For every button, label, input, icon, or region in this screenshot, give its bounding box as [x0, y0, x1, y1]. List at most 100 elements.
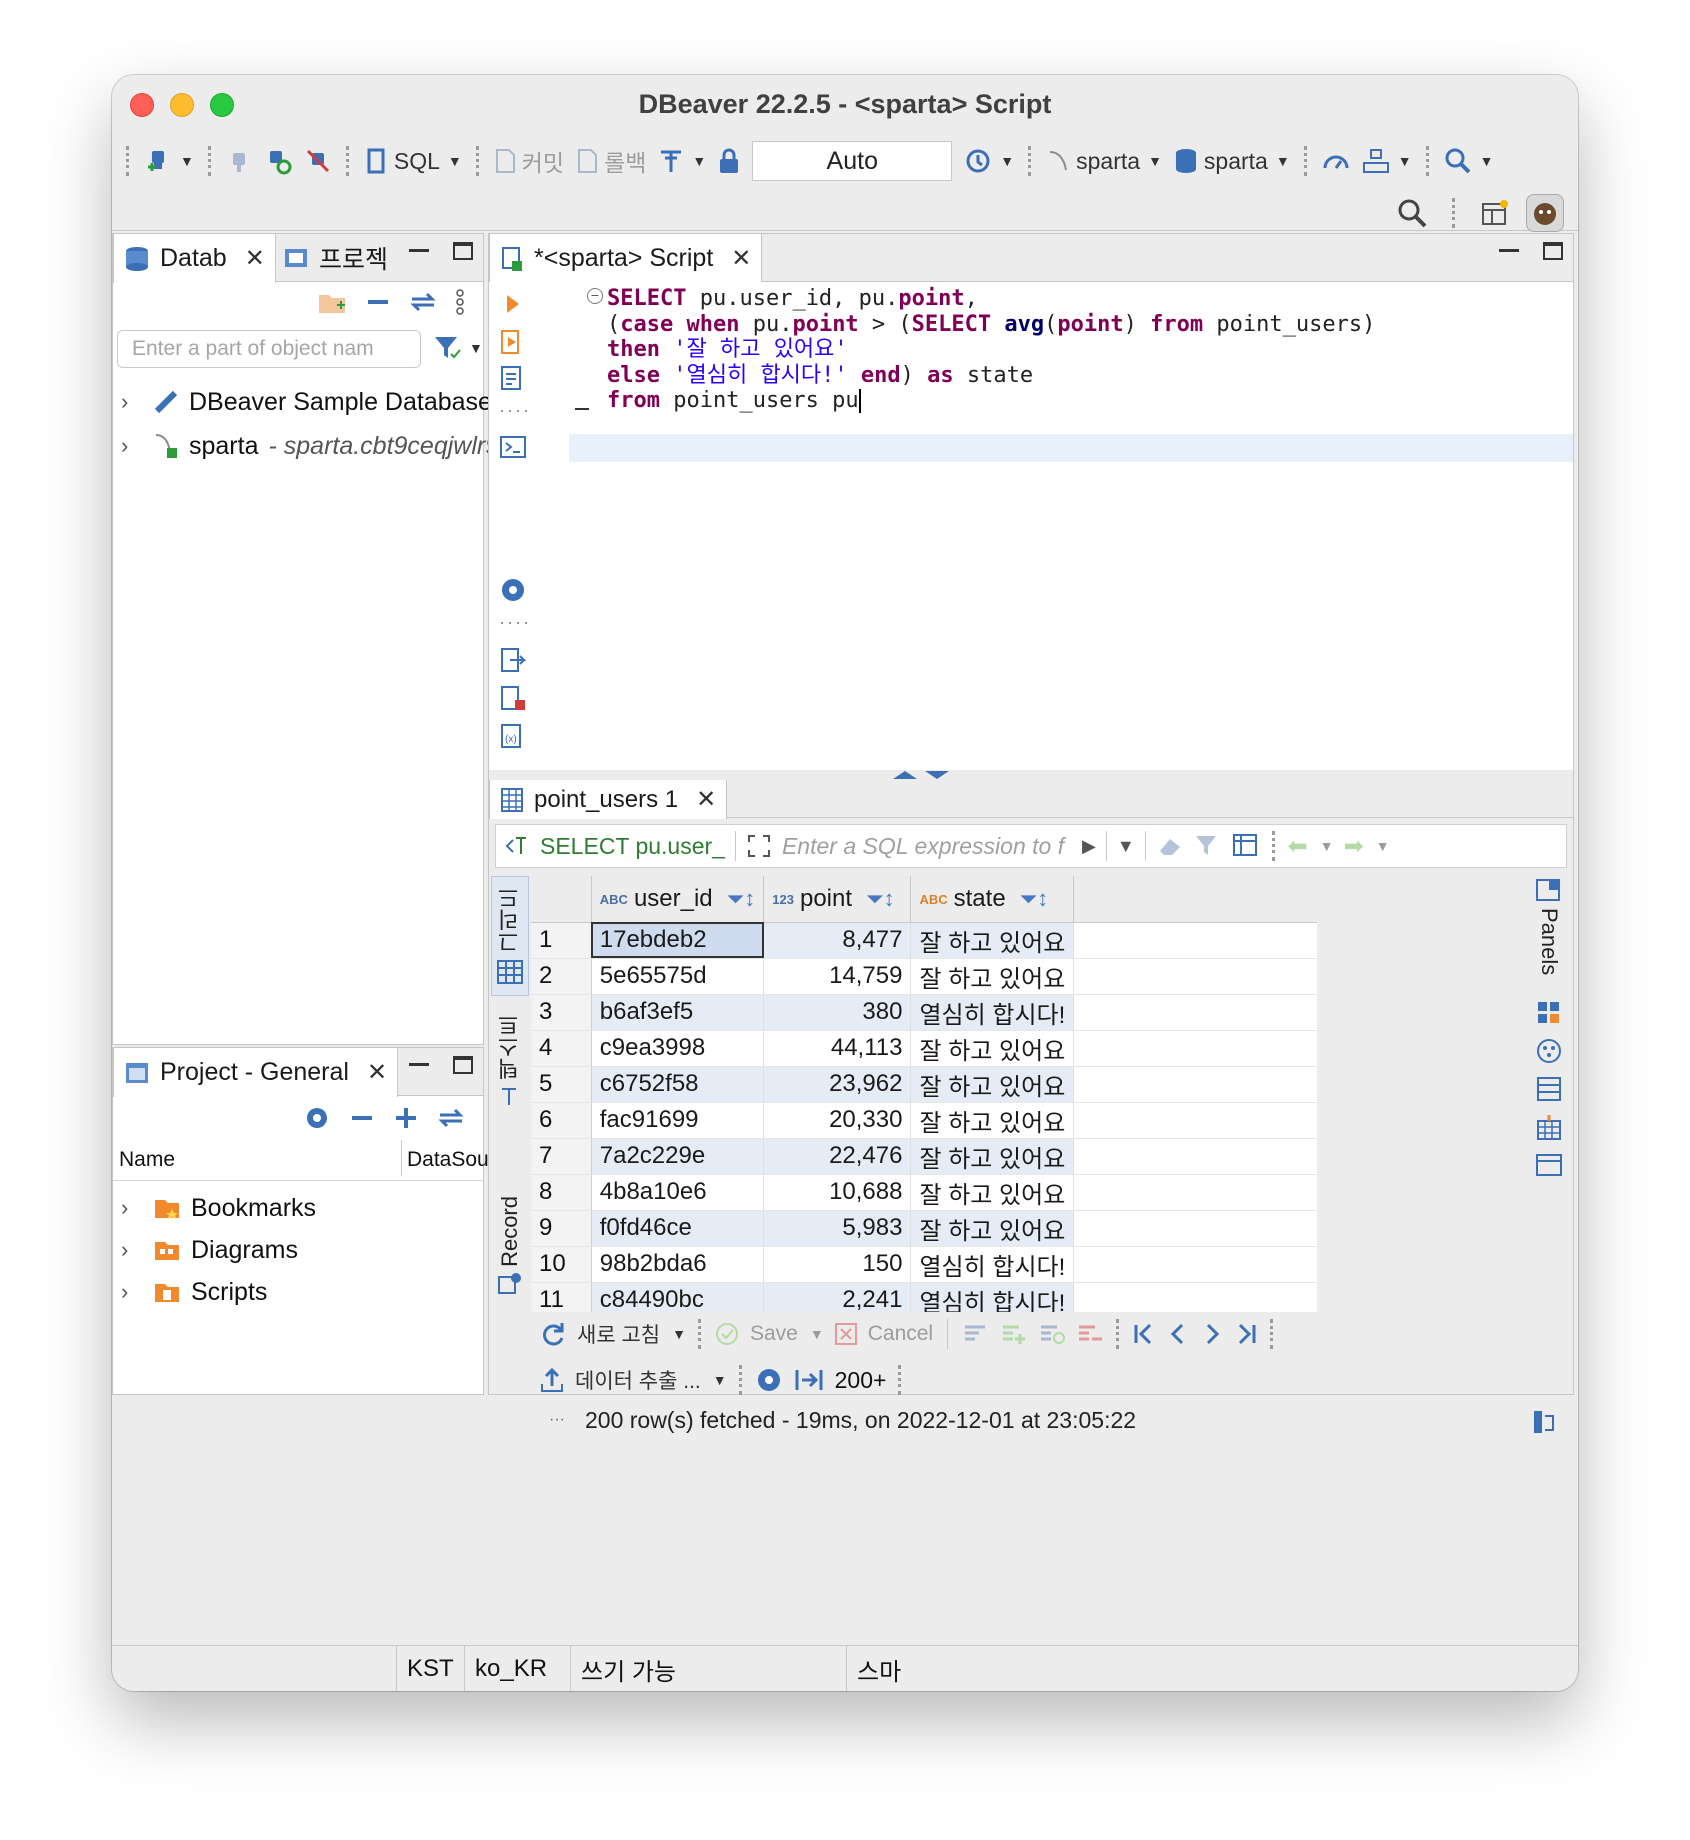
maximize-panel-button[interactable]	[1543, 242, 1563, 260]
cell-user-id[interactable]: 17ebdeb2	[591, 922, 765, 959]
export-script-icon[interactable]	[499, 646, 527, 674]
settings-gear-icon[interactable]	[499, 576, 527, 604]
back-arrow-icon[interactable]: ⬅	[1288, 832, 1308, 861]
collapse-all-icon[interactable]	[349, 1108, 375, 1128]
search-dropdown-button[interactable]: ▼	[1438, 142, 1500, 180]
tree-item-sample-database[interactable]: › DBeaver Sample Database (S	[121, 382, 524, 422]
chevron-right-icon[interactable]: ›	[121, 1279, 143, 1305]
expand-all-icon[interactable]	[393, 1105, 419, 1131]
apply-filter-icon[interactable]: ▶	[1082, 836, 1096, 857]
next-page-icon[interactable]	[1200, 1321, 1224, 1347]
filter-expression-input[interactable]: Enter a SQL expression to f	[782, 833, 1072, 860]
results-grid[interactable]: ABC user_id ⏷↕ 123 point ⏷↕ ABC state ⏷↕ 1 17eb…	[531, 876, 1317, 1312]
dbeaver-perspective-avatar[interactable]	[1526, 194, 1564, 232]
column-header-name[interactable]: Name	[119, 1148, 175, 1172]
row-number[interactable]: 3	[531, 994, 592, 1031]
cell-user-id[interactable]: c9ea3998	[591, 1030, 765, 1067]
fetch-more-icon[interactable]	[793, 1366, 825, 1394]
row-number[interactable]: 9	[531, 1210, 592, 1247]
table-row[interactable]: 1 17ebdeb2 8,477 잘 하고 있어요	[531, 922, 1317, 959]
columns-icon[interactable]	[1535, 1113, 1563, 1141]
minimize-panel-button[interactable]	[1499, 249, 1519, 253]
code-line[interactable]: then '잘 하고 있어요'	[607, 337, 848, 363]
expand-icon[interactable]	[746, 833, 772, 859]
code-line[interactable]: from point_users pu	[607, 388, 861, 414]
row-number[interactable]: 11	[531, 1282, 592, 1312]
cell-state[interactable]: 잘 하고 있어요	[910, 1210, 1075, 1247]
table-row[interactable]: 6 fac91699 20,330 잘 하고 있어요	[531, 1102, 1317, 1139]
script-error-icon[interactable]	[499, 684, 527, 712]
minimize-panel-button[interactable]	[409, 249, 429, 253]
grouping-icon[interactable]	[1535, 1037, 1563, 1065]
collapse-all-icon[interactable]	[365, 292, 391, 312]
fold-toggle-icon[interactable]: −	[587, 288, 603, 304]
cell-point[interactable]: 14,759	[763, 958, 912, 995]
cell-state[interactable]: 잘 하고 있어요	[910, 1138, 1075, 1175]
cell-user-id[interactable]: 98b2bda6	[591, 1246, 765, 1283]
new-folder-icon[interactable]	[317, 289, 347, 315]
forward-arrow-icon[interactable]: ➡	[1344, 832, 1364, 861]
tab-sparta-script[interactable]: *<sparta> Script ✕	[489, 234, 763, 283]
close-icon[interactable]: ✕	[696, 785, 716, 814]
cell-point[interactable]: 22,476	[763, 1138, 912, 1175]
eraser-icon[interactable]	[1156, 833, 1184, 859]
row-number[interactable]: 4	[531, 1030, 592, 1067]
history-button[interactable]: ▼	[958, 142, 1020, 180]
tab-project-general[interactable]: Project - General ✕	[113, 1048, 399, 1097]
chevron-right-icon[interactable]: ›	[121, 1237, 143, 1263]
transaction-mode-field[interactable]: Auto	[752, 141, 953, 181]
code-line[interactable]: else '열심히 합시다!' end) as state	[607, 363, 1033, 389]
gear-icon[interactable]	[755, 1366, 783, 1394]
filter-settings-icon[interactable]	[1194, 833, 1222, 859]
connect-button[interactable]	[220, 142, 258, 180]
cell-user-id[interactable]: 7a2c229e	[591, 1138, 765, 1175]
tab-point-users-1[interactable]: point_users 1 ✕	[489, 780, 728, 819]
tree-item-diagrams[interactable]: › Diagrams	[121, 1230, 298, 1270]
table-row[interactable]: 3 b6af3ef5 380 열심히 합시다!	[531, 994, 1317, 1031]
cell-state[interactable]: 잘 하고 있어요	[910, 1174, 1075, 1211]
dashboard-button[interactable]	[1316, 142, 1356, 180]
calculator-icon[interactable]	[1535, 999, 1563, 1027]
query-text-chip[interactable]: SELECT pu.user_	[540, 833, 725, 860]
add-row-icon[interactable]	[1000, 1322, 1028, 1346]
cell-point[interactable]: 380	[763, 994, 912, 1031]
sql-editor[interactable]: ···· ···· (x) − SELECT pu.user_id, pu.po…	[489, 282, 1573, 770]
filter-sort-icon[interactable]: ⏷↕	[727, 886, 756, 911]
cell-state[interactable]: 열심히 합시다!	[910, 1246, 1075, 1283]
variables-icon[interactable]: (x)	[499, 722, 527, 750]
editor-results-splitter[interactable]	[489, 770, 1573, 780]
column-header-state[interactable]: ABC state ⏷↕	[910, 876, 1075, 923]
cell-point[interactable]: 44,113	[763, 1030, 912, 1067]
cell-state[interactable]: 잘 하고 있어요	[910, 1030, 1075, 1067]
cell-state[interactable]: 잘 하고 있어요	[910, 922, 1075, 959]
close-icon[interactable]: ✕	[731, 244, 751, 273]
cell-state[interactable]: 열심히 합시다!	[910, 994, 1075, 1031]
splitter-arrows-icon[interactable]	[889, 770, 953, 780]
cell-user-id[interactable]: 5e65575d	[591, 958, 765, 995]
reconnect-button[interactable]	[258, 142, 298, 180]
row-number[interactable]: 8	[531, 1174, 592, 1211]
tab-text-view[interactable]: 텍스트	[491, 1014, 529, 1114]
metadata-icon[interactable]	[1535, 1075, 1563, 1103]
filter-sort-icon[interactable]: ⏷↕	[866, 886, 895, 911]
cell-state[interactable]: 열심히 합시다!	[910, 1282, 1075, 1312]
cell-point[interactable]: 5,983	[763, 1210, 912, 1247]
execute-statement-icon[interactable]	[503, 292, 523, 316]
table-row[interactable]: 11 c84490bc 2,241 열심히 합시다!	[531, 1282, 1317, 1312]
disconnect-button[interactable]	[298, 142, 338, 180]
table-row[interactable]: 2 5e65575d 14,759 잘 하고 있어요	[531, 958, 1317, 995]
panels-icon[interactable]	[1535, 876, 1563, 904]
lock-button[interactable]	[712, 142, 746, 180]
table-row[interactable]: 7 7a2c229e 22,476 잘 하고 있어요	[531, 1138, 1317, 1175]
cancel-button[interactable]: Cancel	[868, 1322, 933, 1346]
chevron-right-icon[interactable]: ›	[121, 433, 143, 459]
execute-script-icon[interactable]	[499, 328, 525, 356]
table-row[interactable]: 4 c9ea3998 44,113 잘 하고 있어요	[531, 1030, 1317, 1067]
table-row[interactable]: 10 98b2bda6 150 열심히 합시다!	[531, 1246, 1317, 1283]
filter-history-icon[interactable]: ▼	[1117, 836, 1135, 857]
fetch-size-field[interactable]: 200+	[835, 1367, 887, 1394]
erd-button[interactable]: ▼	[1356, 142, 1418, 180]
tab-database-navigator[interactable]: Datab ✕	[113, 234, 276, 283]
row-number[interactable]: 1	[531, 922, 592, 959]
row-number[interactable]: 6	[531, 1102, 592, 1139]
